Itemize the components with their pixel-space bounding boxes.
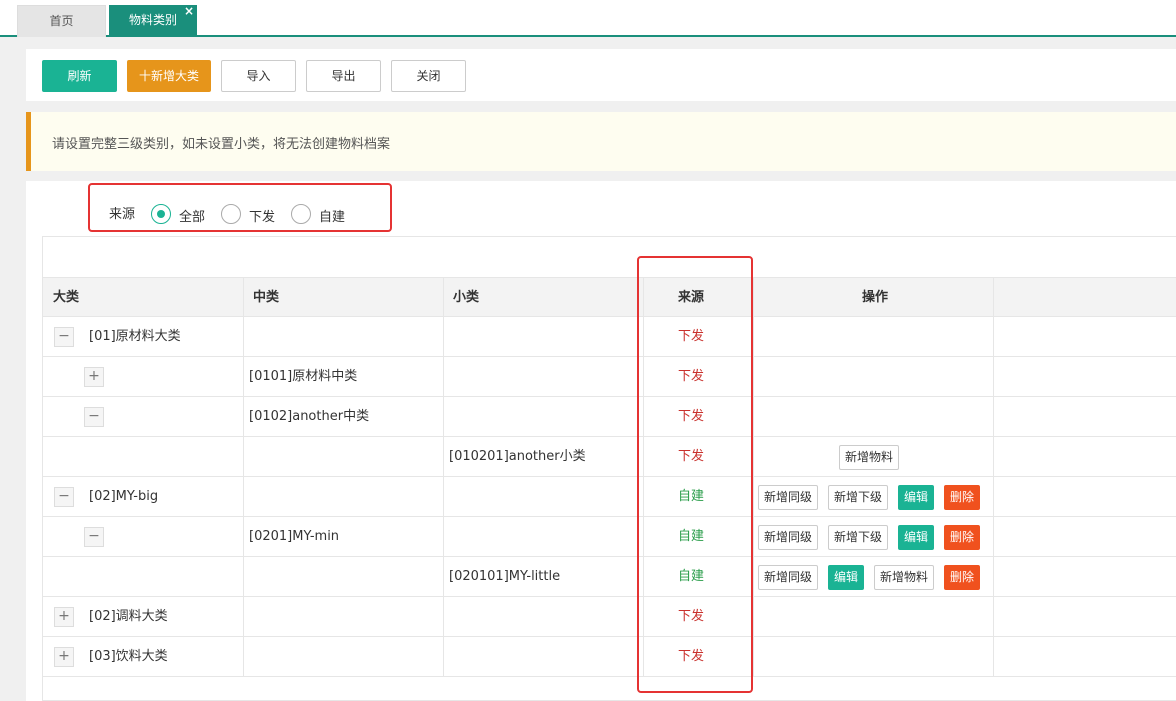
delete-button[interactable]: 删除	[944, 565, 980, 590]
add-sibling-button[interactable]: 新增同级	[758, 565, 818, 590]
major-cell: [03]饮料大类	[89, 649, 168, 664]
table-row: − [0102]another中类 下发	[43, 397, 1176, 437]
notice-banner: 请设置完整三级类别，如未设置小类，将无法创建物料档案	[26, 112, 1176, 171]
tab-bar: 首页 物料类别 ×	[0, 0, 1176, 37]
add-child-button[interactable]: 新增下级	[828, 525, 888, 550]
source-filter: 来源 全部 下发 自建	[88, 183, 392, 232]
main-panel: 来源 全部 下发 自建 大类 中类 小类 来源 操作 − [01]原材料大类 下…	[26, 181, 1176, 701]
table-row: − [0201]MY-min 自建 新增同级 新增下级 编辑 删除	[43, 517, 1176, 557]
add-major-category-button[interactable]: 十新增大类	[127, 60, 211, 92]
refresh-button[interactable]: 刷新	[42, 60, 117, 92]
expand-icon[interactable]: +	[54, 607, 74, 627]
expand-icon[interactable]: +	[84, 367, 104, 387]
radio-circle	[151, 204, 171, 224]
filter-label: 来源	[109, 207, 136, 222]
middle-cell: [0201]MY-min	[249, 529, 340, 544]
tab-label: 物料类别	[128, 13, 177, 27]
tab-material-category[interactable]: 物料类别 ×	[109, 4, 197, 37]
add-material-button[interactable]: 新增物料	[874, 565, 934, 590]
table-row: + [0101]原材料中类 下发	[43, 357, 1176, 397]
collapse-icon[interactable]: −	[54, 487, 74, 507]
table-row: + [02]调料大类 下发	[43, 597, 1176, 637]
radio-circle	[221, 204, 241, 224]
radio-label: 全部	[179, 210, 206, 225]
radio-circle	[291, 204, 311, 224]
source-column-highlight	[637, 256, 753, 693]
radio-label: 自建	[319, 210, 346, 225]
export-button[interactable]: 导出	[306, 60, 381, 92]
add-child-button[interactable]: 新增下级	[828, 485, 888, 510]
radio-label: 下发	[249, 210, 276, 225]
table-row: − [01]原材料大类 下发	[43, 317, 1176, 357]
close-button[interactable]: 关闭	[391, 60, 466, 92]
expand-icon[interactable]: +	[54, 647, 74, 667]
close-icon[interactable]: ×	[184, 0, 194, 26]
header-minor: 小类	[453, 290, 480, 305]
header-middle: 中类	[253, 290, 280, 305]
table-row: + [03]饮料大类 下发	[43, 637, 1176, 677]
table-header: 大类 中类 小类 来源 操作	[43, 277, 1176, 317]
tab-home[interactable]: 首页	[17, 5, 106, 37]
edit-button[interactable]: 编辑	[828, 565, 864, 590]
header-actions: 操作	[861, 290, 888, 305]
collapse-icon[interactable]: −	[84, 407, 104, 427]
table-row: [020101]MY-little 自建 新增同级 编辑 新增物料 删除	[43, 557, 1176, 597]
minor-cell: [020101]MY-little	[449, 569, 561, 584]
add-sibling-button[interactable]: 新增同级	[758, 525, 818, 550]
minor-cell: [010201]another小类	[449, 449, 586, 464]
major-cell: [02]MY-big	[89, 489, 159, 504]
middle-cell: [0101]原材料中类	[249, 369, 358, 384]
table-row: [010201]another小类 下发 新增物料	[43, 437, 1176, 477]
edit-button[interactable]: 编辑	[898, 525, 934, 550]
add-material-button[interactable]: 新增物料	[839, 445, 899, 470]
toolbar: 刷新 十新增大类 导入 导出 关闭	[26, 49, 1176, 101]
middle-cell: [0102]another中类	[249, 409, 370, 424]
major-cell: [01]原材料大类	[89, 329, 181, 344]
import-button[interactable]: 导入	[221, 60, 296, 92]
header-major: 大类	[53, 290, 80, 305]
notice-text: 请设置完整三级类别，如未设置小类，将无法创建物料档案	[52, 137, 391, 152]
delete-button[interactable]: 删除	[944, 525, 980, 550]
collapse-icon[interactable]: −	[84, 527, 104, 547]
table-row: − [02]MY-big 自建 新增同级 新增下级 编辑 删除	[43, 477, 1176, 517]
collapse-icon[interactable]: −	[54, 327, 74, 347]
add-sibling-button[interactable]: 新增同级	[758, 485, 818, 510]
edit-button[interactable]: 编辑	[898, 485, 934, 510]
delete-button[interactable]: 删除	[944, 485, 980, 510]
category-table: 大类 中类 小类 来源 操作 − [01]原材料大类 下发 + [0101]原材…	[42, 236, 1176, 701]
major-cell: [02]调料大类	[89, 609, 168, 624]
